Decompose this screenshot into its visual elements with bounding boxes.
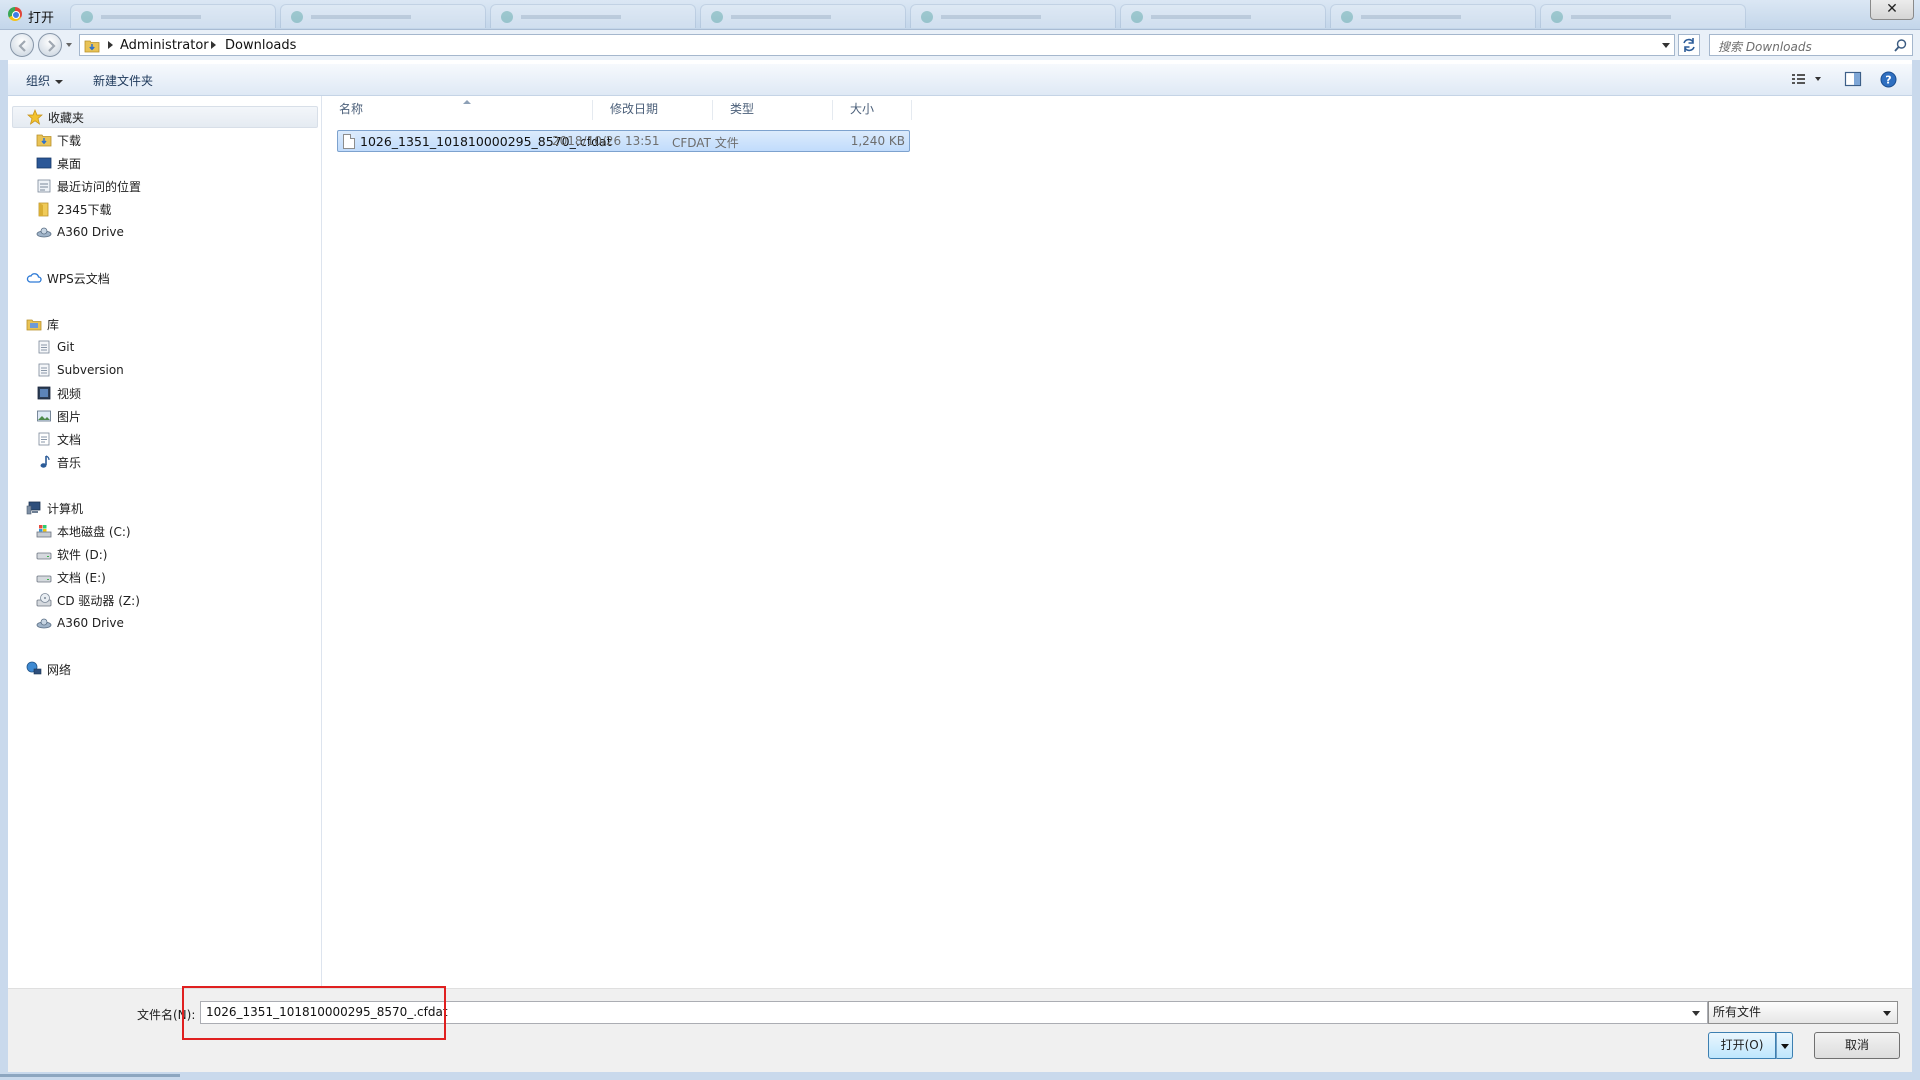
breadcrumb-separator-icon[interactable] <box>211 41 216 49</box>
sidebar-item-computer[interactable]: 计算机 <box>26 497 83 519</box>
hard-drive-icon <box>36 552 52 560</box>
file-type: CFDAT 文件 <box>672 136 739 150</box>
sidebar-item-pictures[interactable]: 图片 <box>36 405 81 427</box>
folder-icon <box>38 202 49 217</box>
svg-text:?: ? <box>1885 74 1891 87</box>
sidebar-item-recent-places[interactable]: 最近访问的位置 <box>36 175 141 197</box>
file-icon <box>343 134 355 149</box>
desktop-icon <box>36 157 52 169</box>
file-size: 1,240 KB <box>850 134 905 148</box>
column-header-date[interactable]: 修改日期 <box>593 100 713 120</box>
address-bar[interactable]: Administrator Downloads <box>79 34 1675 56</box>
column-header-name[interactable]: 名称 <box>322 100 593 120</box>
recent-places-icon <box>37 179 51 193</box>
column-header-type[interactable]: 类型 <box>713 100 833 120</box>
address-history-dropdown-icon[interactable] <box>1662 43 1670 48</box>
preview-pane-icon[interactable] <box>1844 71 1862 87</box>
breadcrumb-administrator[interactable]: Administrator <box>120 38 209 53</box>
downloads-folder-icon <box>36 134 52 147</box>
title-bar: 打开 ✕ <box>0 0 1920 30</box>
sidebar-item-favorites[interactable]: 收藏夹 <box>12 106 318 128</box>
cd-drive-icon <box>36 593 52 607</box>
library-document-icon <box>38 340 50 354</box>
folder-download-icon <box>84 40 100 53</box>
command-toolbar: 组织 新建文件夹 ? <box>8 64 1912 96</box>
sidebar-item-documents[interactable]: 文档 <box>36 428 81 450</box>
sidebar-item-music[interactable]: 音乐 <box>36 451 81 473</box>
back-button[interactable] <box>10 33 34 57</box>
navigation-bar: Administrator Downloads 搜索 Downloads <box>0 30 1920 60</box>
file-type-filter-select[interactable]: 所有文件 <box>1708 1001 1898 1024</box>
table-row[interactable]: 1026_1351_101810000295_8570_.cfdat 2018/… <box>337 130 910 152</box>
cancel-button[interactable]: 取消 <box>1814 1032 1900 1059</box>
hard-drive-icon <box>36 575 52 583</box>
library-icon <box>26 319 42 331</box>
star-icon <box>27 109 43 125</box>
window-title: 打开 <box>28 11 55 26</box>
cloud-icon <box>26 273 42 283</box>
new-folder-button[interactable]: 新建文件夹 <box>93 72 153 89</box>
arrow-right-icon <box>48 40 56 52</box>
music-note-icon <box>40 455 50 468</box>
system-drive-icon <box>36 525 52 538</box>
sidebar-item-drive-c[interactable]: 本地磁盘 (C:) <box>36 520 131 542</box>
search-icon[interactable] <box>1894 39 1907 52</box>
sidebar-item-libraries[interactable]: 库 <box>26 313 59 335</box>
close-button[interactable]: ✕ <box>1870 0 1914 20</box>
sidebar-item-git[interactable]: Git <box>36 336 74 358</box>
help-icon[interactable]: ? <box>1880 71 1897 88</box>
sidebar-item-videos[interactable]: 视频 <box>36 382 81 404</box>
documents-library-icon <box>38 432 50 446</box>
sidebar-item-wps-cloud[interactable]: WPS云文档 <box>26 267 110 289</box>
window-frame-right <box>1912 60 1920 1080</box>
open-options-dropdown-button[interactable] <box>1776 1032 1793 1059</box>
sidebar-item-a360-drive-favorite[interactable]: A360 Drive <box>36 221 124 243</box>
sidebar-item-drive-e[interactable]: 文档 (E:) <box>36 566 106 588</box>
file-list: 名称 修改日期 类型 大小 1026_1351_101810000295_857… <box>322 96 1912 988</box>
cloud-drive-icon <box>36 227 52 238</box>
sidebar-item-2345-downloads[interactable]: 2345下载 <box>36 198 112 220</box>
recent-pages-dropdown-icon[interactable] <box>66 42 72 48</box>
search-box[interactable]: 搜索 Downloads <box>1709 34 1913 56</box>
sidebar-item-subversion[interactable]: Subversion <box>36 359 124 381</box>
forward-button[interactable] <box>38 33 62 57</box>
filename-label: 文件名(N): <box>137 1008 196 1022</box>
sidebar-item-drive-d[interactable]: 软件 (D:) <box>36 543 107 565</box>
organize-menu-button[interactable]: 组织 <box>26 72 63 89</box>
sidebar-item-network[interactable]: 网络 <box>26 658 71 680</box>
chrome-app-icon <box>8 7 22 21</box>
sidebar-item-a360-drive-computer[interactable]: A360 Drive <box>36 612 124 634</box>
sidebar-item-desktop[interactable]: 桌面 <box>36 152 81 174</box>
column-header-size[interactable]: 大小 <box>833 100 912 120</box>
view-options-icon[interactable] <box>1790 71 1826 87</box>
library-document-icon <box>38 363 50 377</box>
open-button[interactable]: 打开(O) <box>1708 1032 1776 1059</box>
refresh-button[interactable] <box>1678 34 1700 56</box>
sort-ascending-icon <box>463 100 471 104</box>
refresh-icon <box>1683 38 1695 52</box>
search-placeholder: 搜索 Downloads <box>1718 40 1812 54</box>
sidebar-item-downloads[interactable]: 下载 <box>36 129 81 151</box>
filename-input[interactable]: 1026_1351_101810000295_8570_.cfdat <box>200 1001 1708 1024</box>
video-library-icon <box>37 386 51 400</box>
arrow-left-icon <box>18 40 26 52</box>
sidebar-item-cd-drive-z[interactable]: CD 驱动器 (Z:) <box>36 589 140 611</box>
window-frame-left <box>0 60 8 1080</box>
pictures-library-icon <box>37 410 51 422</box>
dialog-footer: 文件名(N): 1026_1351_101810000295_8570_.cfd… <box>8 988 1912 1072</box>
breadcrumb-downloads[interactable]: Downloads <box>225 38 296 53</box>
cloud-drive-icon <box>36 618 52 629</box>
background-browser-tabs <box>70 4 1750 28</box>
file-date: 2018/10/26 13:51 <box>552 134 660 148</box>
network-icon <box>26 661 42 675</box>
navigation-pane: 收藏夹 下载 桌面 最近访问的位置 2345下载 A360 Drive WPS云… <box>8 96 322 988</box>
window-frame-bottom <box>0 1072 1920 1080</box>
computer-icon <box>26 501 41 515</box>
breadcrumb-separator-icon[interactable] <box>108 41 113 49</box>
filename-history-dropdown-icon[interactable] <box>1692 1011 1700 1016</box>
